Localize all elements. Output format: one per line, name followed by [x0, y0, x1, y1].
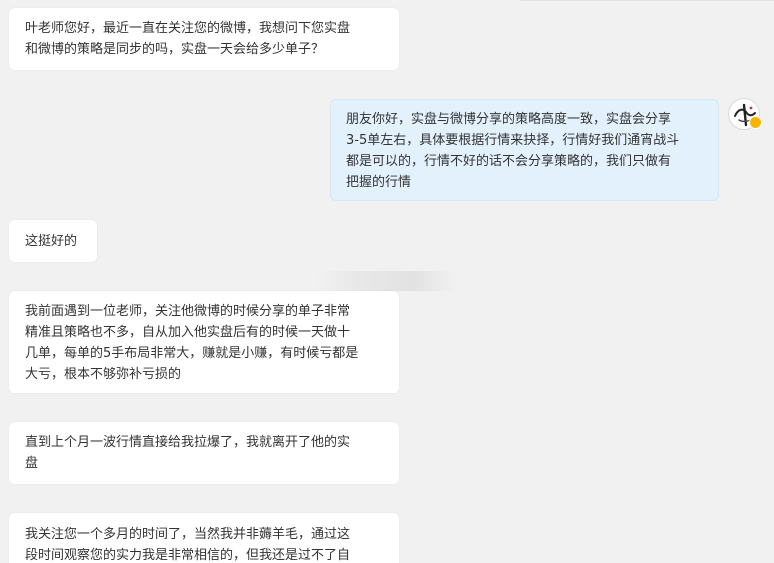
loading-placeholder: [316, 271, 456, 291]
top-divider: [520, 0, 774, 1]
message-text-line: 和微博的策略是同步的吗，实盘一天会给多少单子？: [25, 42, 325, 57]
message-bubble-incoming: 叶老师您好，最近一直在关注您的微博，我想问下您实盘 和微博的策略是同步的吗，实盘…: [9, 8, 399, 70]
message-text-line: 3-5单左右，具体要根据行情来抉择，行情好我们通宵战斗: [346, 133, 680, 148]
message-text-line: 盘: [25, 456, 39, 471]
message-text-line: 都是可以的，行情不好的话不会分享策略的，我们只做有: [346, 154, 672, 169]
chat-message-area[interactable]: 叶老师您好，最近一直在关注您的微博，我想问下您实盘 和微博的策略是同步的吗，实盘…: [0, 0, 774, 563]
message-bubble-incoming: 我关注您一个多月的时间了，当然我并非薅羊毛，通过这 段时间观察您的实力我是非常相…: [9, 513, 399, 563]
message-text-line: 精准且策略也不多，自从加入他实盘后有的时候一天做十: [25, 325, 351, 340]
message-bubble-outgoing: 朋友你好，实盘与微博分享的策略高度一致，实盘会分享 3-5单左右，具体要根据行情…: [330, 99, 719, 201]
verified-badge-icon: [749, 116, 762, 129]
message-bubble-incoming: 直到上个月一波行情直接给我拉爆了，我就离开了他的实 盘: [9, 422, 399, 484]
message-text-line: 段时间观察您的实力我是非常相信的，但我还是过不了自: [25, 548, 351, 563]
message-text-line: 几单，每单的5手布局非常大，赚就是小赚，有时候亏都是: [25, 346, 359, 361]
message-bubble-incoming: 这挺好的: [9, 220, 97, 262]
message-text-line: 把握的行情: [346, 175, 412, 190]
message-text-line: 我关注您一个多月的时间了，当然我并非薅羊毛，通过这: [25, 527, 351, 542]
message-bubble-incoming: 我前面遇到一位老师，关注他微博的时候分享的单子非常 精准且策略也不多，自从加入他…: [9, 291, 399, 393]
message-text-line: 大亏，根本不够弥补亏损的: [25, 367, 182, 382]
message-text-line: 叶老师您好，最近一直在关注您的微博，我想问下您实盘: [25, 21, 351, 36]
message-text-line: 朋友你好，实盘与微博分享的策略高度一致，实盘会分享: [346, 112, 672, 127]
avatar[interactable]: [728, 98, 762, 130]
message-text-line: 直到上个月一波行情直接给我拉爆了，我就离开了他的实: [25, 435, 351, 450]
message-text-line: 我前面遇到一位老师，关注他微博的时候分享的单子非常: [25, 304, 351, 319]
message-text-line: 这挺好的: [25, 234, 78, 249]
